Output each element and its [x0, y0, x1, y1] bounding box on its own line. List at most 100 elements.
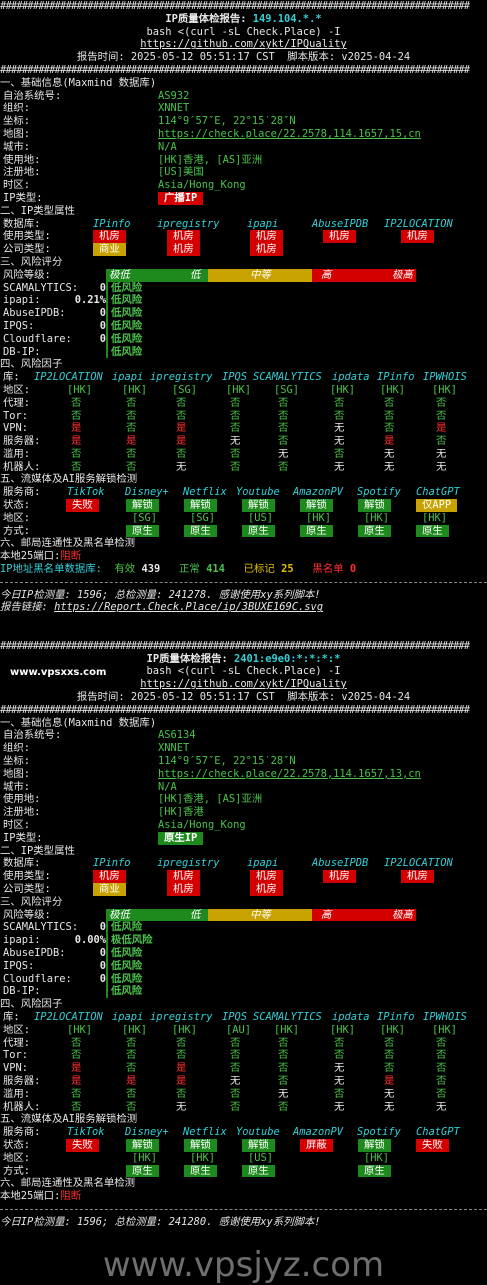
- factor-label: 代理:: [3, 396, 31, 409]
- basic-row-city: 城市: N/A: [0, 141, 487, 154]
- basic-label: 时区:: [3, 179, 31, 192]
- terminal-screen: ########################################…: [0, 0, 487, 1280]
- service-status-badge: 解锁: [358, 499, 391, 512]
- factor-value: [SG]: [172, 383, 198, 396]
- factor-value: 无: [334, 435, 345, 448]
- basic-row-tz: 时区: Asia/Hong_Kong: [0, 819, 487, 832]
- separator-top: ########################################…: [0, 0, 487, 13]
- bl-mark-label: 已标记: [243, 563, 275, 576]
- factor-value: 无: [230, 435, 241, 448]
- service-status-badge: 解锁: [126, 499, 159, 512]
- risk-label: 风险等级:: [3, 908, 51, 921]
- service-status-badge: 解锁: [358, 1138, 391, 1152]
- basic-value-asn: AS932: [158, 89, 190, 102]
- service-region: [HK]: [364, 511, 390, 524]
- basic-row-type: IP类型: 原生IP: [0, 831, 487, 845]
- service-region-row: 地区: [SG] [SG] [US] [HK] [HK] [HK]: [0, 512, 487, 525]
- repo-link[interactable]: https://github.com/xykt/IPQuality: [140, 38, 346, 50]
- factor-header-row: 库: IP2LOCATION ipapi ipregistry IPQS SCAMALYT…: [0, 1011, 487, 1024]
- basic-value-map[interactable]: https://check.place/22.2578,114.1657,13,…: [158, 768, 421, 781]
- factor-value: 否: [436, 396, 447, 409]
- meta-line: 报告时间: 2025-05-12 05:51:17 CST 脚本版本: v202…: [0, 51, 487, 64]
- basic-label: IP类型:: [3, 191, 43, 204]
- footer-link-label: 报告链接:: [0, 601, 55, 614]
- factor-value: 无: [278, 447, 289, 460]
- factor-value: 无: [278, 1087, 289, 1100]
- factor-label: 代理:: [3, 1036, 31, 1049]
- dashed-divider: [0, 1208, 487, 1210]
- factor-value: 是: [126, 435, 137, 448]
- usetype-row: 使用类型: 机房 机房 机房 机房 机房: [0, 230, 487, 244]
- usetype-badge: 机房: [93, 230, 126, 244]
- factor-value: 是: [71, 1074, 82, 1087]
- db-header-row: 数据库: IPinfo ipregistry ipapi AbuseIPDB IP2LOC…: [0, 857, 487, 870]
- score-bar-tick: [106, 959, 108, 973]
- mode-label: 方式:: [3, 1164, 31, 1177]
- command: bash <(curl -sL Check.Place) -I: [146, 665, 341, 678]
- port-value: 阻断: [60, 550, 82, 563]
- factor-value: 否: [334, 1036, 345, 1049]
- factor-value: 否: [71, 409, 82, 422]
- usetype-badge: 机房: [167, 870, 200, 883]
- basic-value-city: N/A: [158, 780, 177, 793]
- score-row: SCAMALYTICS: 0 低风险: [0, 281, 487, 295]
- factor-value: 否: [384, 422, 395, 435]
- section-title: 三、风险评分: [0, 255, 63, 268]
- bl-mark-count: 25: [281, 563, 294, 576]
- usetype-badge: 机房: [401, 870, 434, 883]
- score-row: Cloudflare: 0 低风险: [0, 972, 487, 986]
- separator-dashed: [0, 1203, 487, 1216]
- score-text: 低风险: [111, 294, 143, 307]
- risk-scale-label: 中等: [250, 908, 271, 921]
- basic-row-asn: 自治系统号: AS932: [0, 90, 487, 103]
- separator-mid: ########################################…: [0, 64, 487, 77]
- factor-value: 是: [176, 1074, 187, 1087]
- service-region: [US]: [248, 1151, 274, 1164]
- factor-value: 无: [334, 1100, 345, 1113]
- factor-value: [HK]: [226, 383, 252, 396]
- factor-value: 否: [126, 1100, 137, 1113]
- factor-value: 无: [230, 1074, 241, 1087]
- factor-label: 服务器:: [3, 435, 41, 448]
- score-bar-tick: [106, 946, 108, 960]
- comptype-badge: 机房: [250, 882, 283, 896]
- score-source: IPQS:: [3, 959, 35, 972]
- basic-value-map[interactable]: https://check.place/22.2578,114.1657,15,…: [158, 128, 421, 141]
- factor-row: 地区: [HK] [HK] [SG] [HK] [SG] [HK] [HK] [HK]: [0, 384, 487, 397]
- service-status-row: 状态: 失败 解锁 解锁 解锁 解锁 解锁 仅APP: [0, 499, 487, 512]
- footer-link-row: 报告链接: https://Report.Check.Place/ip/3BUX…: [0, 601, 487, 614]
- service-status-badge: 失败: [66, 1138, 99, 1152]
- factor-value: 无: [384, 460, 395, 473]
- factor-row: 滥用: 否 否 否 否 无 否 无 否: [0, 1088, 487, 1101]
- command: bash <(curl -sL Check.Place) -I: [146, 25, 341, 38]
- footer-link[interactable]: https://Report.Check.Place/ip/3BUXE169C.…: [54, 601, 323, 613]
- report-meta: 报告时间: 2025-05-12 05:51:17 CST 脚本版本: v202…: [76, 51, 411, 64]
- score-row: DB-IP: 低风险: [0, 985, 487, 999]
- factor-value: [SG]: [274, 383, 300, 396]
- lib-name: ipdata: [332, 371, 370, 384]
- factor-value: 否: [126, 422, 137, 435]
- service-name: Netflix: [183, 1126, 227, 1139]
- service-region: [HK]: [190, 1151, 216, 1164]
- section-title: 四、风险因子: [0, 358, 63, 371]
- risk-scale-label: 中等: [250, 268, 271, 281]
- score-source: DB-IP:: [3, 985, 41, 998]
- factor-value: 无: [334, 1074, 345, 1087]
- basic-value-org: XNNET: [158, 102, 190, 115]
- risk-scale-label: 低: [190, 908, 201, 921]
- factor-value: 无: [334, 460, 345, 473]
- db-label: 数据库:: [3, 857, 41, 870]
- basic-label: 坐标:: [3, 115, 31, 128]
- section-basic: 一、基础信息(Maxmind 数据库): [0, 77, 487, 90]
- basic-label: 使用地:: [3, 153, 41, 166]
- repo-link[interactable]: https://github.com/xykt/IPQuality: [140, 678, 346, 690]
- report-title: IP质量体检报告:: [146, 652, 234, 665]
- factor-value: 否: [126, 447, 137, 460]
- score-source: DB-IP:: [3, 345, 41, 358]
- watermark-bottom: www.vpsjyz.com: [102, 1245, 385, 1285]
- command-line: bash <(curl -sL Check.Place) -I: [0, 26, 487, 39]
- service-status-badge: 屏蔽: [300, 1138, 333, 1152]
- section-risk: 三、风险评分: [0, 896, 487, 909]
